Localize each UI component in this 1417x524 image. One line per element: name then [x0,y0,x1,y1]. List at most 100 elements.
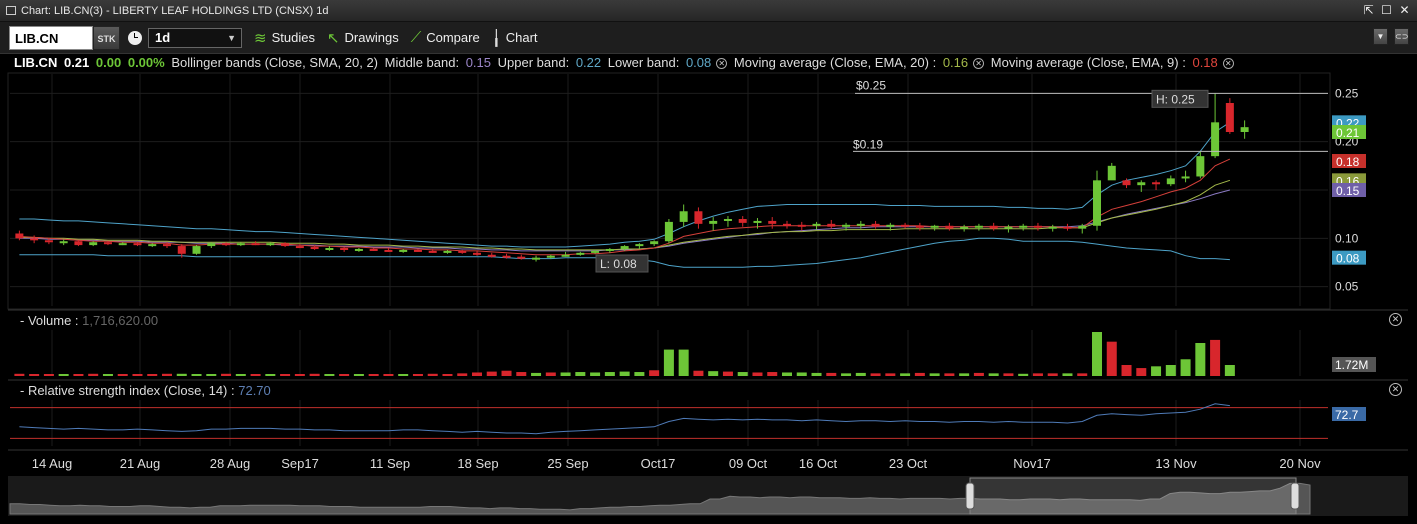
candle-body [1196,156,1205,177]
volume-title: - Volume : [20,313,79,328]
volume-bar [353,374,364,376]
candle-body [753,220,762,223]
bb-upper-label: Upper band: [497,55,570,70]
volume-bar [782,372,792,376]
date-tick-label: Nov17 [1013,456,1051,471]
volume-bar [457,373,468,376]
volume-bar [914,372,925,376]
volume-bar [1032,373,1043,376]
volume-bar [841,373,852,376]
volume-bar [590,372,601,376]
candle-body [723,219,732,221]
rsi-plot: 72.7 [10,403,1366,439]
volume-bar [1165,365,1176,376]
price-panel-frame [7,72,1331,310]
volume-bar [221,373,232,376]
volume-bar [1018,373,1029,376]
date-tick-label: 16 Oct [799,456,838,471]
volume-bar [929,373,940,376]
candle-body [502,255,511,258]
navigator-selection [969,477,1297,515]
volume-bar [722,371,733,376]
volume-panel-title: - Volume : 1,716,620.00 [20,313,158,328]
bb-upper-value: 0.22 [575,55,602,70]
price-tick-label: 0.10 [1335,231,1359,245]
candle-body [1004,226,1013,229]
price-badge: 0.18 [1336,155,1360,169]
candle-body [517,256,526,259]
volume-bar [501,370,512,376]
date-tick-label: Sep17 [281,456,319,471]
volume-bar [191,374,202,376]
price-tick-label: 0.25 [1335,86,1359,100]
candle-body [369,248,378,251]
candle-body [1019,225,1028,228]
remove-bb-icon[interactable]: ✕ [716,58,728,69]
remove-ema20-icon[interactable]: ✕ [973,58,985,69]
volume-bar [29,374,40,376]
ema20-label: Moving average (Close, EMA, 20) : [733,55,937,70]
volume-bar [132,374,143,376]
volume-bar [1092,332,1102,376]
volume-bar [398,374,409,376]
candle-body [1063,226,1072,229]
volume-bar [959,373,970,376]
close-volume-icon[interactable]: ✕ [1389,313,1402,326]
candle-body [384,249,393,252]
candle-body [856,223,865,226]
volume-bar [1003,373,1014,376]
candle-body [1152,182,1161,185]
candle-body [1225,103,1234,132]
candle-body [915,225,924,228]
candle-body [428,250,437,253]
volume-bar [737,372,748,376]
candle-body [281,243,290,247]
candle-body [591,250,600,253]
legend-change: 0.00 [95,55,122,70]
candle-body [812,223,821,226]
price-badge: 0.08 [1336,252,1360,266]
volume-bar [294,374,305,376]
candle-body [44,240,53,243]
candle-body [413,249,422,252]
volume-bar [73,374,84,376]
remove-ema9-icon[interactable]: ✕ [1222,58,1234,69]
legend-change-pct: 0.00% [127,55,165,70]
candle-body [1093,180,1101,226]
candle-body [1166,178,1175,185]
bb-middle-value: 0.15 [465,55,492,70]
chart-canvas[interactable]: $0.25$0.19H: 0.25L: 0.08 0.250.200.150.1… [0,0,1417,524]
candle-body [901,224,910,227]
candle-body [207,243,216,247]
candle-body [487,254,496,257]
rsi-line [19,403,1230,435]
candle-body [266,243,275,246]
volume-bar [339,374,350,376]
bb-lower-value: 0.08 [685,55,712,70]
navigator[interactable] [8,476,1408,516]
candle-body [842,224,851,227]
candle-body [354,248,363,251]
candle-body [827,223,836,227]
volume-bar [117,374,128,376]
candle-body [679,211,688,222]
date-tick-label: 25 Sep [547,456,588,471]
candle-body [1078,225,1087,229]
candle-body [251,243,260,246]
candle-body [133,243,142,246]
candle-body [163,244,171,247]
candle-body [222,243,231,246]
close-rsi-icon[interactable]: ✕ [1389,383,1402,396]
volume-bar [324,374,335,376]
candle-body [945,225,954,229]
volume-bar [280,374,291,376]
volume-bar [14,373,25,376]
candle-body [797,224,806,227]
date-tick-label: 21 Aug [120,456,161,471]
volume-bar [1195,343,1206,376]
candle-body [605,248,614,251]
volume-bar [235,374,246,376]
rsi-panel-title: - Relative strength index (Close, 14) : … [20,383,271,398]
high-line-label: $0.25 [856,78,886,92]
volume-bar [1121,365,1132,376]
